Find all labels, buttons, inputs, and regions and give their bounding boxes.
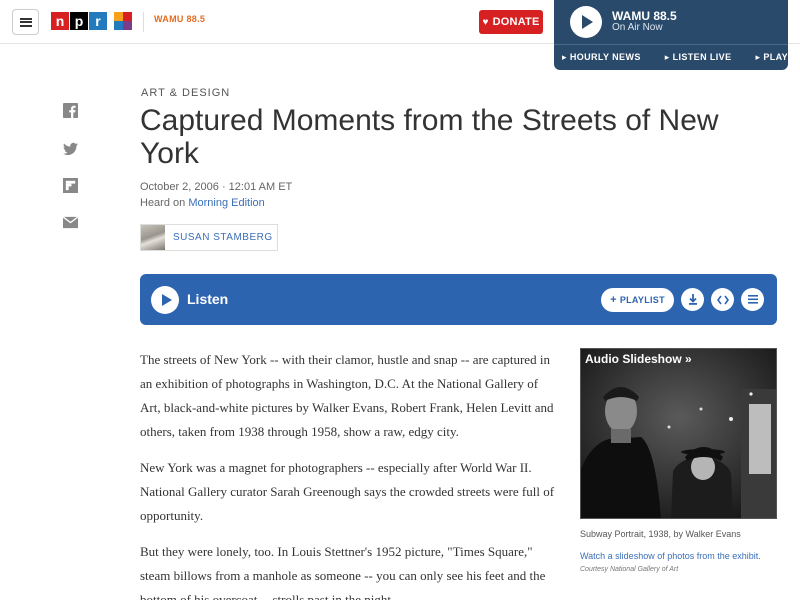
heard-on-prefix: Heard on bbox=[140, 197, 186, 209]
donate-button[interactable]: ♥ DONATE bbox=[479, 10, 543, 34]
photo-caption: Subway Portrait, 1938, by Walker Evans bbox=[580, 529, 741, 539]
embed-icon bbox=[716, 295, 729, 304]
station-name: WAMU 88.5 bbox=[612, 9, 677, 23]
listen-play-button[interactable] bbox=[151, 286, 179, 314]
audio-slideshow-image[interactable]: Audio Slideshow » bbox=[580, 348, 777, 519]
section-label[interactable]: ART & DESIGN bbox=[141, 87, 230, 99]
author-name[interactable]: SUSAN STAMBERG bbox=[173, 232, 273, 243]
author-byline[interactable]: SUSAN STAMBERG bbox=[140, 224, 278, 251]
playlist-link[interactable]: ▸ PLAYLIST bbox=[755, 52, 800, 63]
facebook-icon[interactable] bbox=[62, 102, 78, 118]
download-button[interactable] bbox=[681, 288, 704, 311]
article-title: Captured Moments from the Streets of New… bbox=[140, 104, 719, 170]
station-player: WAMU 88.5 On Air Now ▸ HOURLY NEWS ▸ LIS… bbox=[554, 0, 800, 70]
download-icon bbox=[688, 294, 697, 305]
author-avatar bbox=[141, 225, 165, 250]
slideshow-link[interactable]: Watch a slideshow of photos from the exh… bbox=[580, 551, 761, 561]
logo-divider bbox=[143, 12, 144, 32]
menu-button[interactable] bbox=[12, 9, 39, 35]
body-paragraph-2: New York was a magnet for photographers … bbox=[140, 460, 555, 523]
hourly-news-link[interactable]: ▸ HOURLY NEWS bbox=[562, 52, 653, 63]
transcript-icon bbox=[747, 295, 758, 304]
body-paragraph-1: The streets of New York -- with their cl… bbox=[140, 352, 554, 439]
article-date: October 2, 2006 · 12:01 AM ET bbox=[140, 181, 293, 193]
plus-icon: + bbox=[610, 294, 617, 306]
audio-player-bar: Listen + PLAYLIST bbox=[140, 274, 777, 325]
photo-credit: Courtesy National Gallery of Art bbox=[580, 566, 679, 573]
wamu-logo[interactable]: WAMU 88.5 bbox=[154, 14, 205, 28]
station-divider bbox=[554, 44, 788, 45]
heart-icon: ♥ bbox=[482, 16, 489, 28]
npr-logo[interactable]: n p r bbox=[51, 12, 108, 30]
hamburger-icon bbox=[19, 17, 32, 27]
flipboard-icon[interactable] bbox=[62, 177, 78, 193]
transcript-button[interactable] bbox=[741, 288, 764, 311]
heard-on-line: Heard on Morning Edition bbox=[140, 197, 265, 209]
subway-portrait-photo bbox=[581, 349, 776, 518]
email-icon[interactable] bbox=[62, 214, 78, 230]
add-to-playlist-button[interactable]: + PLAYLIST bbox=[601, 288, 674, 312]
listen-label[interactable]: Listen bbox=[187, 291, 228, 307]
npr-one-logo-icon[interactable] bbox=[114, 12, 132, 30]
npr-logo-r: r bbox=[89, 12, 107, 30]
playlist-label: PLAYLIST bbox=[619, 295, 665, 305]
listen-live-link[interactable]: ▸ LISTEN LIVE bbox=[665, 52, 744, 63]
donate-label: DONATE bbox=[492, 16, 540, 28]
twitter-icon[interactable] bbox=[62, 140, 78, 156]
npr-logo-p: p bbox=[70, 12, 88, 30]
program-link[interactable]: Morning Edition bbox=[188, 197, 264, 209]
station-status: On Air Now bbox=[612, 22, 663, 33]
wamu-logo-text: WAMU 88.5 bbox=[154, 14, 206, 24]
slideshow-title[interactable]: Audio Slideshow » bbox=[585, 352, 692, 366]
npr-logo-n: n bbox=[51, 12, 69, 30]
embed-button[interactable] bbox=[711, 288, 734, 311]
article-body: The streets of New York -- with their cl… bbox=[140, 348, 560, 600]
body-paragraph-3: But they were lonely, too. In Louis Stet… bbox=[140, 544, 546, 600]
station-play-button[interactable] bbox=[570, 6, 602, 38]
